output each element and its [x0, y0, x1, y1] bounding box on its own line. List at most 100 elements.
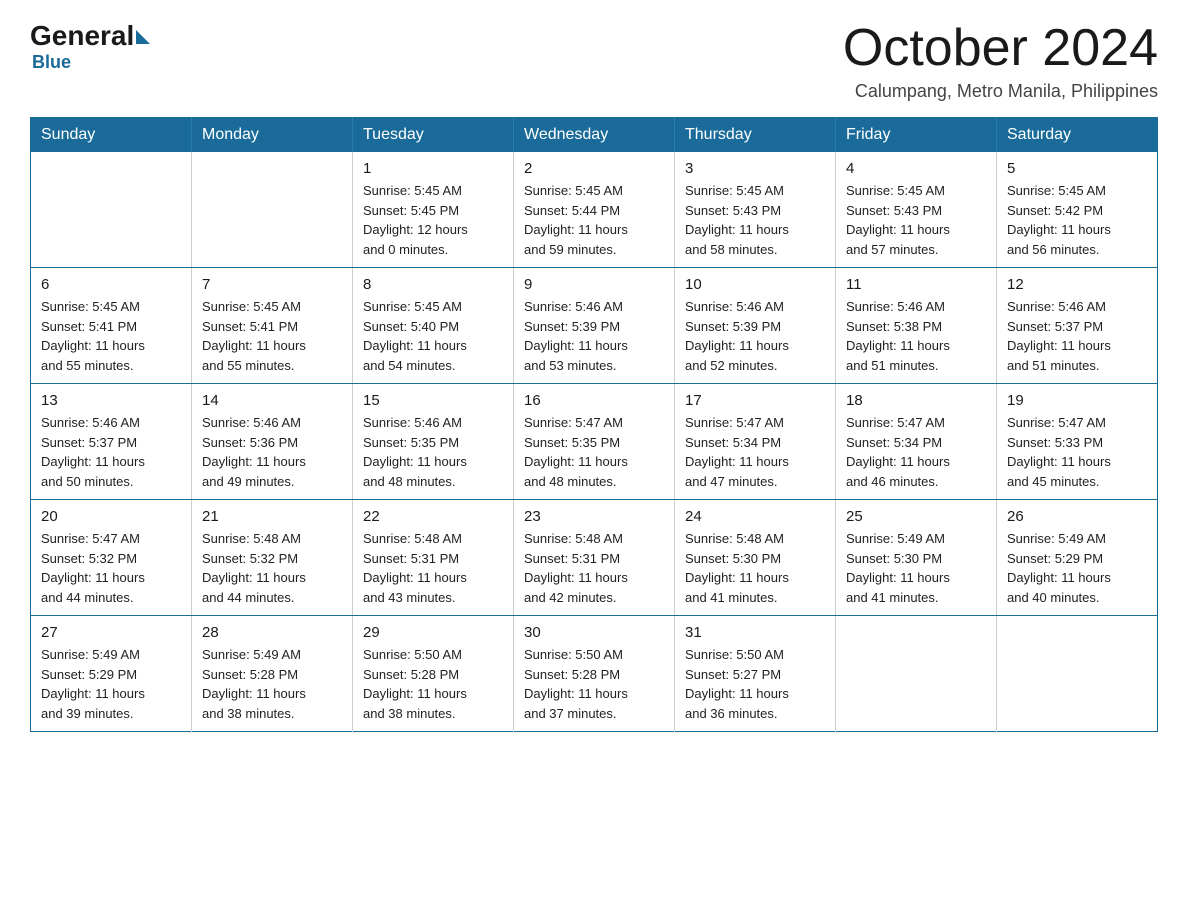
day-number: 21	[202, 508, 342, 525]
day-number: 3	[685, 160, 825, 177]
day-number: 18	[846, 392, 986, 409]
weekday-header-wednesday: Wednesday	[514, 118, 675, 153]
day-info: Sunrise: 5:50 AM Sunset: 5:27 PM Dayligh…	[685, 645, 825, 723]
day-number: 9	[524, 276, 664, 293]
calendar-cell: 30 Sunrise: 5:50 AM Sunset: 5:28 PM Dayli…	[514, 616, 675, 732]
day-info: Sunrise: 5:49 AM Sunset: 5:28 PM Dayligh…	[202, 645, 342, 723]
calendar-cell: 15Sunrise: 5:46 AM Sunset: 5:35 PM Dayli…	[353, 384, 514, 500]
page-subtitle: Calumpang, Metro Manila, Philippines	[843, 81, 1158, 102]
calendar-cell	[31, 152, 192, 268]
day-info: Sunrise: 5:45 AM Sunset: 5:43 PM Dayligh…	[846, 181, 986, 259]
day-info: Sunrise: 5:46 AM Sunset: 5:38 PM Dayligh…	[846, 297, 986, 375]
weekday-header-tuesday: Tuesday	[353, 118, 514, 153]
day-info: Sunrise: 5:46 AM Sunset: 5:37 PM Dayligh…	[1007, 297, 1147, 375]
day-info: Sunrise: 5:49 AM Sunset: 5:29 PM Dayligh…	[1007, 529, 1147, 607]
day-info: Sunrise: 5:45 AM Sunset: 5:41 PM Dayligh…	[202, 297, 342, 375]
calendar-cell: 1Sunrise: 5:45 AM Sunset: 5:45 PM Daylig…	[353, 152, 514, 268]
day-number: 16	[524, 392, 664, 409]
weekday-header-row: SundayMondayTuesdayWednesdayThursdayFrid…	[31, 118, 1158, 153]
day-info: Sunrise: 5:49 AM Sunset: 5:30 PM Dayligh…	[846, 529, 986, 607]
calendar-cell: 2 Sunrise: 5:45 AM Sunset: 5:44 PM Daylig…	[514, 152, 675, 268]
day-number: 4	[846, 160, 986, 177]
calendar-cell: 31 Sunrise: 5:50 AM Sunset: 5:27 PM Dayli…	[675, 616, 836, 732]
day-info: Sunrise: 5:46 AM Sunset: 5:37 PM Dayligh…	[41, 413, 181, 491]
title-area: October 2024 Calumpang, Metro Manila, Ph…	[843, 20, 1158, 102]
calendar-cell: 3Sunrise: 5:45 AM Sunset: 5:43 PM Daylig…	[675, 152, 836, 268]
day-info: Sunrise: 5:46 AM Sunset: 5:39 PM Dayligh…	[524, 297, 664, 375]
day-number: 20	[41, 508, 181, 525]
day-info: Sunrise: 5:49 AM Sunset: 5:29 PM Dayligh…	[41, 645, 181, 723]
day-number: 26	[1007, 508, 1147, 525]
calendar-cell: 19Sunrise: 5:47 AM Sunset: 5:33 PM Dayli…	[997, 384, 1158, 500]
logo-area: General Blue	[30, 20, 150, 73]
calendar-cell	[997, 616, 1158, 732]
day-number: 2	[524, 160, 664, 177]
day-number: 10	[685, 276, 825, 293]
calendar-cell: 4 Sunrise: 5:45 AM Sunset: 5:43 PM Daylig…	[836, 152, 997, 268]
day-number: 31	[685, 624, 825, 641]
calendar-cell: 8Sunrise: 5:45 AM Sunset: 5:40 PM Daylig…	[353, 268, 514, 384]
day-number: 28	[202, 624, 342, 641]
week-row-1: 6 Sunrise: 5:45 AM Sunset: 5:41 PM Daylig…	[31, 268, 1158, 384]
calendar-cell: 27Sunrise: 5:49 AM Sunset: 5:29 PM Dayli…	[31, 616, 192, 732]
calendar-cell: 7Sunrise: 5:45 AM Sunset: 5:41 PM Daylig…	[192, 268, 353, 384]
day-number: 14	[202, 392, 342, 409]
calendar-cell: 5 Sunrise: 5:45 AM Sunset: 5:42 PM Daylig…	[997, 152, 1158, 268]
weekday-header-thursday: Thursday	[675, 118, 836, 153]
calendar-cell	[192, 152, 353, 268]
day-info: Sunrise: 5:47 AM Sunset: 5:35 PM Dayligh…	[524, 413, 664, 491]
week-row-2: 13 Sunrise: 5:46 AM Sunset: 5:37 PM Dayli…	[31, 384, 1158, 500]
day-number: 23	[524, 508, 664, 525]
calendar-cell: 24 Sunrise: 5:48 AM Sunset: 5:30 PM Dayli…	[675, 500, 836, 616]
logo: General	[30, 20, 150, 52]
day-number: 6	[41, 276, 181, 293]
day-number: 29	[363, 624, 503, 641]
day-info: Sunrise: 5:45 AM Sunset: 5:41 PM Dayligh…	[41, 297, 181, 375]
day-info: Sunrise: 5:45 AM Sunset: 5:40 PM Dayligh…	[363, 297, 503, 375]
day-info: Sunrise: 5:45 AM Sunset: 5:45 PM Dayligh…	[363, 181, 503, 259]
calendar-cell: 13 Sunrise: 5:46 AM Sunset: 5:37 PM Dayli…	[31, 384, 192, 500]
calendar-cell: 25 Sunrise: 5:49 AM Sunset: 5:30 PM Dayli…	[836, 500, 997, 616]
day-info: Sunrise: 5:45 AM Sunset: 5:44 PM Dayligh…	[524, 181, 664, 259]
day-info: Sunrise: 5:48 AM Sunset: 5:31 PM Dayligh…	[363, 529, 503, 607]
day-number: 5	[1007, 160, 1147, 177]
day-info: Sunrise: 5:47 AM Sunset: 5:32 PM Dayligh…	[41, 529, 181, 607]
calendar-cell: 26 Sunrise: 5:49 AM Sunset: 5:29 PM Dayli…	[997, 500, 1158, 616]
day-number: 13	[41, 392, 181, 409]
calendar-cell: 9 Sunrise: 5:46 AM Sunset: 5:39 PM Daylig…	[514, 268, 675, 384]
calendar-cell: 16 Sunrise: 5:47 AM Sunset: 5:35 PM Dayli…	[514, 384, 675, 500]
logo-blue-text: Blue	[32, 52, 71, 73]
day-info: Sunrise: 5:50 AM Sunset: 5:28 PM Dayligh…	[363, 645, 503, 723]
calendar-table: SundayMondayTuesdayWednesdayThursdayFrid…	[30, 117, 1158, 732]
header: General Blue October 2024 Calumpang, Met…	[30, 20, 1158, 102]
logo-general-text: General	[30, 20, 134, 52]
calendar-cell: 14Sunrise: 5:46 AM Sunset: 5:36 PM Dayli…	[192, 384, 353, 500]
calendar-cell: 18 Sunrise: 5:47 AM Sunset: 5:34 PM Dayli…	[836, 384, 997, 500]
day-info: Sunrise: 5:47 AM Sunset: 5:34 PM Dayligh…	[846, 413, 986, 491]
weekday-header-monday: Monday	[192, 118, 353, 153]
calendar-cell: 20 Sunrise: 5:47 AM Sunset: 5:32 PM Dayli…	[31, 500, 192, 616]
day-number: 19	[1007, 392, 1147, 409]
calendar-cell: 28 Sunrise: 5:49 AM Sunset: 5:28 PM Dayli…	[192, 616, 353, 732]
week-row-4: 27Sunrise: 5:49 AM Sunset: 5:29 PM Dayli…	[31, 616, 1158, 732]
logo-arrow-icon	[136, 30, 150, 44]
calendar-cell	[836, 616, 997, 732]
day-number: 24	[685, 508, 825, 525]
day-info: Sunrise: 5:45 AM Sunset: 5:42 PM Dayligh…	[1007, 181, 1147, 259]
calendar-cell: 6 Sunrise: 5:45 AM Sunset: 5:41 PM Daylig…	[31, 268, 192, 384]
weekday-header-saturday: Saturday	[997, 118, 1158, 153]
weekday-header-sunday: Sunday	[31, 118, 192, 153]
day-number: 17	[685, 392, 825, 409]
calendar-cell: 21 Sunrise: 5:48 AM Sunset: 5:32 PM Dayli…	[192, 500, 353, 616]
calendar-cell: 29 Sunrise: 5:50 AM Sunset: 5:28 PM Dayli…	[353, 616, 514, 732]
day-info: Sunrise: 5:48 AM Sunset: 5:30 PM Dayligh…	[685, 529, 825, 607]
day-info: Sunrise: 5:48 AM Sunset: 5:31 PM Dayligh…	[524, 529, 664, 607]
day-number: 30	[524, 624, 664, 641]
calendar-header: SundayMondayTuesdayWednesdayThursdayFrid…	[31, 118, 1158, 153]
day-info: Sunrise: 5:47 AM Sunset: 5:34 PM Dayligh…	[685, 413, 825, 491]
calendar-cell: 23 Sunrise: 5:48 AM Sunset: 5:31 PM Dayli…	[514, 500, 675, 616]
day-number: 25	[846, 508, 986, 525]
day-info: Sunrise: 5:50 AM Sunset: 5:28 PM Dayligh…	[524, 645, 664, 723]
day-info: Sunrise: 5:48 AM Sunset: 5:32 PM Dayligh…	[202, 529, 342, 607]
calendar-cell: 10Sunrise: 5:46 AM Sunset: 5:39 PM Dayli…	[675, 268, 836, 384]
